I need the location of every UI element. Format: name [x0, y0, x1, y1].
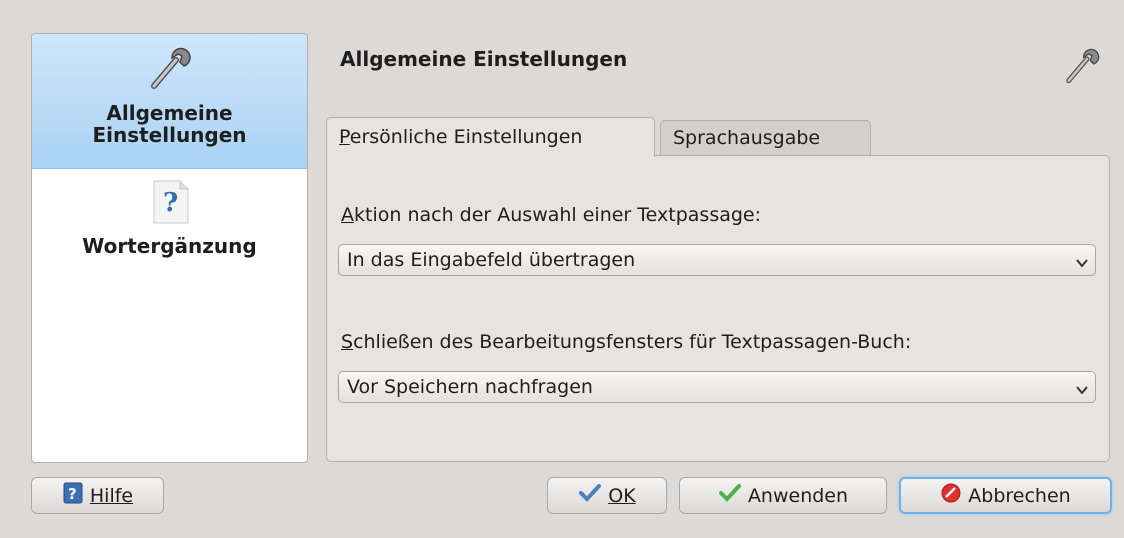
chevron-down-icon	[1075, 253, 1089, 268]
help-button[interactable]: ? Hilfe	[31, 477, 164, 514]
action-select-value: In das Eingabefeld übertragen	[347, 249, 636, 271]
svg-text:?: ?	[68, 485, 77, 503]
action-label: Aktion nach der Auswahl einer Textpassag…	[341, 204, 762, 226]
close-select-value: Vor Speichern nachfragen	[347, 376, 593, 398]
tab-label-rest: ersönliche Einstellungen	[349, 126, 583, 148]
tab-personal-settings[interactable]: Persönliche Einstellungen	[326, 117, 655, 157]
close-select[interactable]: Vor Speichern nachfragen	[338, 371, 1096, 403]
apply-button-label: Anwenden	[747, 484, 849, 507]
checkmark-icon	[578, 483, 602, 508]
action-select[interactable]: In das Eingabefeld übertragen	[338, 244, 1096, 276]
cancel-button[interactable]: Abbrechen	[899, 477, 1112, 514]
help-button-label: Hilfe	[89, 484, 134, 507]
sidebar-item-general-settings[interactable]: Allgemeine Einstellungen	[32, 34, 307, 169]
tab-label: Sprachausgabe	[673, 127, 821, 149]
help-book-icon: ?	[62, 482, 84, 509]
sidebar-item-label: Wortergänzung	[82, 234, 257, 258]
checkmark-icon	[718, 483, 742, 508]
cancel-icon	[940, 482, 962, 509]
ok-button-label: OK	[608, 484, 636, 507]
category-list: Allgemeine Einstellungen ? Wortergänzung	[31, 33, 308, 463]
help-document-icon: ?	[148, 179, 192, 229]
wrench-icon	[146, 40, 194, 96]
sidebar-item-word-completion[interactable]: ? Wortergänzung	[32, 169, 307, 257]
wrench-icon	[1062, 42, 1102, 90]
ok-button[interactable]: OK	[547, 477, 667, 514]
chevron-down-icon	[1075, 380, 1089, 395]
apply-button[interactable]: Anwenden	[679, 477, 887, 514]
tab-panel: Aktion nach der Auswahl einer Textpassag…	[326, 155, 1110, 462]
sidebar-item-label: Allgemeine Einstellungen	[92, 101, 247, 147]
tab-mnemonic: P	[339, 126, 350, 148]
close-label: Schließen des Bearbeitungsfensters für T…	[341, 331, 912, 353]
cancel-button-label: Abbrechen	[968, 484, 1071, 507]
page-title: Allgemeine Einstellungen	[340, 47, 628, 71]
tab-speech-output[interactable]: Sprachausgabe	[660, 120, 871, 155]
svg-text:?: ?	[163, 188, 178, 218]
